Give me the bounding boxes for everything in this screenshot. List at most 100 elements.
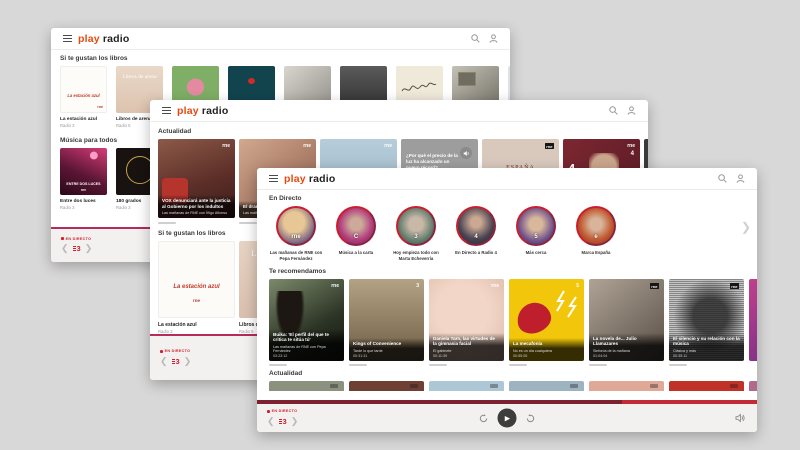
reco-card-buika[interactable]: rne Buika: 'El perfil del que te critica… <box>269 279 344 361</box>
caption-placeholder <box>349 364 367 366</box>
news-card-top[interactable] <box>349 381 424 391</box>
reco-card-gimnasia[interactable]: rne Daniela Tarn, las virtudes de la gim… <box>429 279 504 361</box>
live-dot <box>267 410 270 413</box>
chevron-right-icon[interactable]: ❯ <box>741 220 751 234</box>
reco-duration: 00:11:39 <box>433 354 500 358</box>
reco-card-partial[interactable] <box>749 279 757 361</box>
reco-title: El silencio y su relación con la música <box>673 336 740 347</box>
logo-radio: radio <box>202 105 229 117</box>
reco-card-kings[interactable]: 3 Kings of Convenience Tarde lo que tard… <box>349 279 424 361</box>
radio3-bars <box>279 419 282 424</box>
reco-card-silencio[interactable]: rne El silencio y su relación con la mús… <box>669 279 744 361</box>
logo-radio: radio <box>103 33 130 45</box>
live-station-rne[interactable]: rne Las mañanas de RNE con Pepa Fernánde… <box>269 206 323 261</box>
painting-frame <box>458 72 476 86</box>
card-label[interactable]: Entre dos lucesRadio 3 <box>60 199 107 210</box>
app-logo[interactable]: play radio <box>78 33 129 45</box>
menu-icon[interactable] <box>162 107 171 114</box>
card-label[interactable]: La estación azulRadio 3 <box>60 117 107 128</box>
reco-captions <box>269 364 757 366</box>
reco-duration: 01:04:04 <box>593 354 660 358</box>
news-title: VOX denunciará ante la justicia al Gobie… <box>162 198 231 209</box>
next-station-chevron[interactable]: ❯ <box>291 416 299 427</box>
search-icon[interactable] <box>609 106 618 115</box>
news-card-vox[interactable]: rne VOX denunciará ante la justicia al G… <box>158 139 235 218</box>
news-card-top[interactable] <box>749 381 757 391</box>
user-icon[interactable] <box>489 34 498 43</box>
search-icon[interactable] <box>718 174 727 183</box>
station-avatar: 5 <box>516 206 556 246</box>
live-station-radio5[interactable]: 5 Más cerca <box>509 206 563 261</box>
station-logo: rne <box>730 283 739 289</box>
card-label[interactable]: La estación azulRadio 3 <box>158 322 235 334</box>
section-title-reco: Te recomendamos <box>269 268 757 275</box>
prev-station-chevron[interactable]: ❮ <box>61 243 69 254</box>
reco-subtitle: Tarde lo que tarde <box>353 349 420 353</box>
live-dot <box>160 350 163 353</box>
app-logo[interactable]: play radio <box>284 173 335 185</box>
reco-title: La novela de... Julio Llamazares <box>593 336 660 347</box>
next-station-chevron[interactable]: ❯ <box>85 243 93 254</box>
rewind-icon[interactable] <box>479 413 489 423</box>
reco-subtitle: Clásica y más <box>673 349 740 353</box>
radio3-bars <box>73 246 76 251</box>
forward-icon[interactable] <box>526 413 536 423</box>
prev-station-chevron[interactable]: ❮ <box>267 416 275 427</box>
news-card-top[interactable] <box>669 381 744 391</box>
rne-logo: rne <box>62 188 105 192</box>
menu-icon[interactable] <box>63 35 72 42</box>
rne-logo: rne <box>222 143 230 149</box>
live-station-radio4[interactable]: 4 En Directo a Radio 4 <box>449 206 503 261</box>
user-icon[interactable] <box>627 106 636 115</box>
cover-title: Libros de arena <box>119 74 160 81</box>
menu-icon[interactable] <box>269 175 278 182</box>
caption-placeholder <box>158 222 176 224</box>
live-station-clasica[interactable]: C Música a la carta <box>329 206 383 261</box>
next-station-chevron[interactable]: ❯ <box>184 356 192 367</box>
news-card-top[interactable] <box>269 381 344 391</box>
reco-duration: 00:55:05 <box>513 354 580 358</box>
search-icon[interactable] <box>471 34 480 43</box>
news-card-top[interactable] <box>509 381 584 391</box>
reco-card-mecafonia[interactable]: 5 La mecafonía No es un día cualquiera 0… <box>509 279 584 361</box>
cover-title: La estación azul <box>163 284 230 290</box>
news-card-top[interactable] <box>429 381 504 391</box>
radio4-small-digit: 4 <box>631 151 634 157</box>
reco-subtitle: Sinfonía de la mañana <box>593 349 660 353</box>
user-icon[interactable] <box>736 174 745 183</box>
lightning-illustration <box>554 289 580 323</box>
news-card-top[interactable] <box>589 381 664 391</box>
app-logo[interactable]: play radio <box>177 105 228 117</box>
station-logo: rne <box>491 283 499 289</box>
live-station-exterior[interactable]: e Marca España <box>569 206 623 261</box>
radio3-logo[interactable]: 3 <box>73 245 81 253</box>
prev-station-chevron[interactable]: ❮ <box>160 356 168 367</box>
rne-logo: rne <box>159 298 234 303</box>
app-header: play radio <box>257 168 757 190</box>
podcast-cover-estacion-azul[interactable]: La estación azul rne <box>158 241 235 318</box>
section-title-news: Actualidad <box>158 128 648 135</box>
rne-logo: rne <box>97 105 103 109</box>
caption-placeholder <box>239 222 257 224</box>
radio3-bars <box>172 359 175 364</box>
reco-title: La mecafonía <box>513 341 580 347</box>
play-button[interactable]: ▶ <box>498 409 517 428</box>
live-stations-row: rne Las mañanas de RNE con Pepa Fernánde… <box>269 206 757 261</box>
volume-icon[interactable] <box>735 414 745 423</box>
station-logo: rne <box>650 283 659 289</box>
reco-title: Kings of Convenience <box>353 341 420 347</box>
radio3-logo[interactable]: 3 <box>172 358 180 366</box>
reco-title: Daniela Tarn, las virtudes de la gimnasi… <box>433 336 500 347</box>
rne-logo: rne <box>384 143 392 149</box>
radio3-logo[interactable]: 3 <box>279 418 287 426</box>
station-avatar: 4 <box>456 206 496 246</box>
live-label: EN DIRECTO <box>165 349 191 353</box>
live-station-radio3[interactable]: 3 Hoy empieza todo con Marta Echeverría <box>389 206 443 261</box>
carousel-news-clipped <box>269 381 757 391</box>
podcast-cover-estacion-azul[interactable]: La estación azul rne <box>60 66 107 113</box>
podcast-cover-entre-dos-luces[interactable]: ENTRE DOS LUCES rne <box>60 148 107 195</box>
station-avatar: rne <box>276 206 316 246</box>
station-logo: rne <box>331 283 339 289</box>
reco-duration: 00:35:11 <box>673 354 740 358</box>
reco-card-llamazares[interactable]: rne La novela de... Julio Llamazares Sin… <box>589 279 664 361</box>
